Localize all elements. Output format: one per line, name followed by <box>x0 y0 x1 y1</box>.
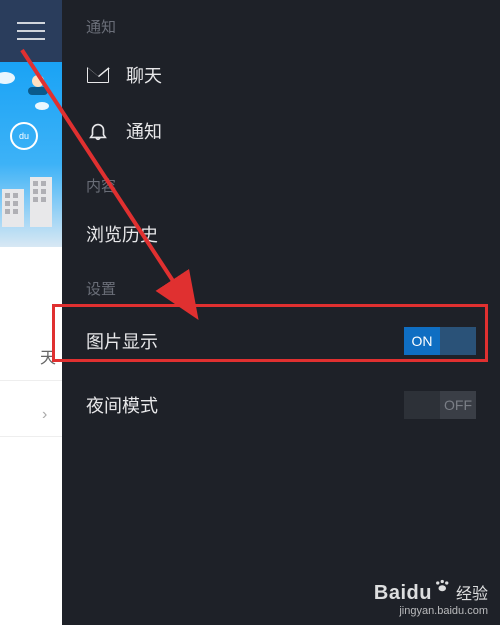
setting-row-night-mode: 夜间模式 OFF <box>62 373 500 437</box>
setting-label: 图片显示 <box>86 328 158 354</box>
toggle-state-text: ON <box>404 327 440 355</box>
hamburger-icon <box>17 22 45 40</box>
menu-item-chat[interactable]: 聊天 <box>62 47 500 103</box>
toggle-handle <box>440 327 476 355</box>
setting-label: 夜间模式 <box>86 392 158 418</box>
background-text-fragment: 天 <box>40 344 56 368</box>
mail-icon <box>86 65 110 85</box>
watermark-brand: Baidu <box>374 582 432 605</box>
section-label-settings: 设置 <box>62 262 500 309</box>
background-chevron-icon: › <box>42 406 47 424</box>
watermark: Baidu 经验 jingyan.baidu.com <box>374 580 488 617</box>
menu-item-label: 通知 <box>126 118 162 144</box>
toggle-state-text: OFF <box>440 391 476 419</box>
watermark-cn: 经验 <box>456 580 488 604</box>
section-label-content: 内容 <box>62 159 500 206</box>
toggle-image-display[interactable]: ON <box>404 327 476 355</box>
background-illustration: du <box>0 62 62 247</box>
toggle-handle <box>404 391 440 419</box>
menu-item-label: 浏览历史 <box>86 221 158 247</box>
settings-menu-panel: 通知 聊天 通知 内容 浏览历史 设置 图片显示 ON 夜间模式 OFF <box>62 0 500 625</box>
paw-icon <box>434 579 452 596</box>
background-divider <box>0 380 62 381</box>
menu-item-notice[interactable]: 通知 <box>62 103 500 159</box>
background-divider <box>0 436 62 437</box>
menu-item-history[interactable]: 浏览历史 <box>62 206 500 262</box>
setting-row-image-display: 图片显示 ON <box>62 309 500 373</box>
bell-icon <box>86 121 110 141</box>
section-label-notifications: 通知 <box>62 0 500 47</box>
toggle-night-mode[interactable]: OFF <box>404 391 476 419</box>
watermark-url: jingyan.baidu.com <box>374 605 488 617</box>
hamburger-menu-button[interactable] <box>0 0 62 62</box>
menu-item-label: 聊天 <box>126 62 162 88</box>
